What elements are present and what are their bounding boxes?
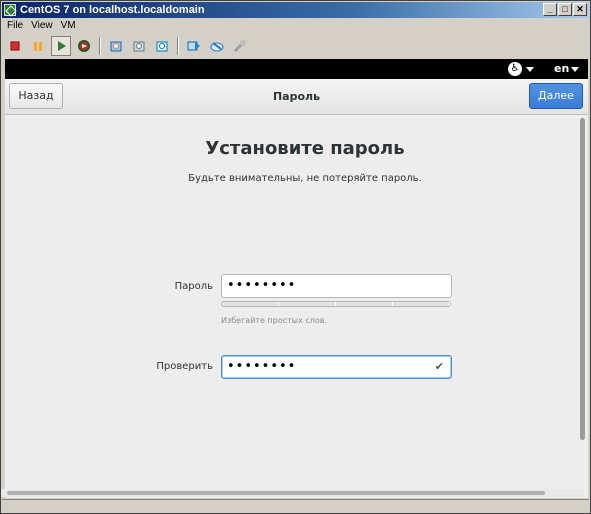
window-titlebar[interactable]: CentOS 7 on localhost.localdomain _ □ ✕	[2, 2, 589, 18]
stop-icon[interactable]	[5, 36, 25, 56]
verify-password-value: ••••••••	[227, 359, 297, 374]
strength-segment	[336, 302, 393, 306]
maximize-button[interactable]: □	[558, 3, 572, 16]
send-keys-icon[interactable]	[184, 36, 204, 56]
vm-window: CentOS 7 on localhost.localdomain _ □ ✕ …	[0, 0, 591, 514]
scrollbar-thumb[interactable]	[7, 491, 545, 495]
pause-icon[interactable]	[28, 36, 48, 56]
language-indicator[interactable]: en	[554, 62, 569, 75]
verify-password-field[interactable]: •••••••• ✔	[221, 355, 452, 379]
strength-segment	[222, 302, 279, 306]
snapshot-manager-icon[interactable]	[152, 36, 172, 56]
window-controls: _ □ ✕	[543, 3, 587, 16]
minimize-button[interactable]: _	[543, 3, 557, 16]
verify-label: Проверить	[156, 361, 213, 372]
guest-topbar: ♿ en	[5, 59, 588, 79]
strength-segment	[279, 302, 336, 306]
password-strength-bar	[221, 301, 451, 307]
form-subheading: Будьте внимательны, не потеряйте пароль.	[188, 173, 422, 184]
guest-screen[interactable]: ♿ en Назад Пароль Далее Установите парол…	[5, 59, 588, 498]
form-heading: Установите пароль	[205, 138, 405, 159]
menu-bar: File View VM	[7, 20, 76, 34]
checkmark-icon: ✔	[434, 360, 445, 373]
vertical-scrollbar[interactable]	[578, 116, 586, 496]
password-label: Пароль	[174, 281, 213, 292]
window-title: CentOS 7 on localhost.localdomain	[20, 4, 205, 16]
menu-vm[interactable]: VM	[61, 20, 76, 34]
close-button[interactable]: ✕	[573, 3, 587, 16]
play-icon[interactable]	[51, 36, 71, 56]
tools-icon[interactable]	[230, 36, 250, 56]
password-field[interactable]: ••••••••	[221, 274, 452, 298]
password-form: Установите пароль Будьте внимательны, не…	[5, 116, 588, 498]
menu-file[interactable]: File	[7, 20, 23, 34]
vm-toolbar	[5, 35, 250, 57]
horizontal-scrollbar[interactable]	[1, 489, 584, 497]
next-button[interactable]: Далее	[529, 83, 583, 109]
chevron-down-icon[interactable]	[526, 67, 534, 72]
status-bar	[2, 499, 589, 513]
toolbar-separator	[177, 37, 179, 55]
installer-header: Назад Пароль Далее	[5, 79, 588, 115]
toolbar-separator	[99, 37, 101, 55]
revert-icon[interactable]	[129, 36, 149, 56]
strength-hint: Избегайте простых слов.	[221, 316, 328, 325]
snapshot-icon[interactable]	[106, 36, 126, 56]
scrollbar-thumb[interactable]	[580, 118, 585, 440]
settings-icon[interactable]	[207, 36, 227, 56]
strength-segment	[393, 302, 450, 306]
vm-app-icon	[4, 4, 16, 16]
chevron-down-icon[interactable]	[571, 67, 579, 72]
accessibility-icon[interactable]: ♿	[508, 62, 522, 76]
menu-view[interactable]: View	[31, 20, 53, 34]
reset-icon[interactable]	[74, 36, 94, 56]
page-title: Пароль	[272, 90, 321, 103]
